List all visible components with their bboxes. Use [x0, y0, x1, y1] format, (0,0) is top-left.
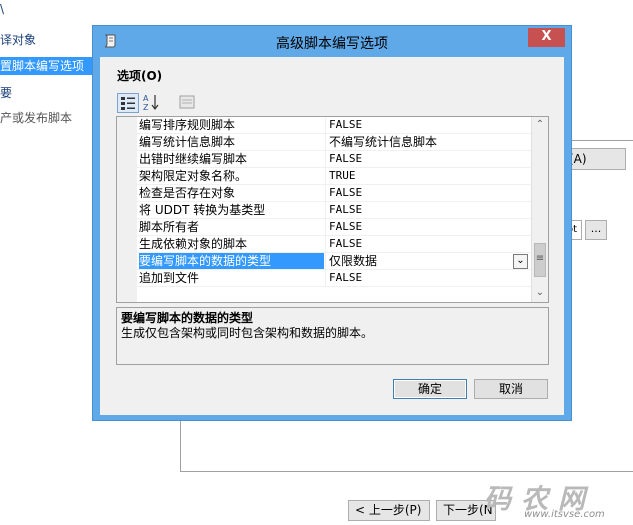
- property-row[interactable]: 编写排序规则脚本 FALSE: [137, 117, 532, 134]
- property-row[interactable]: 追加到文件 FALSE: [137, 270, 532, 287]
- property-pages-button[interactable]: [177, 93, 199, 113]
- dialog-body: 选项(O) A Z 编写排序规则脚本 FALSE 编写统计信息脚本 不编写统计信…: [100, 57, 564, 415]
- wizard-nav: \ 译对象 置脚本编写选项 要 产或发布脚本: [0, 0, 92, 525]
- watermark-url: www.itsvse.com: [524, 509, 605, 520]
- property-value[interactable]: TRUE: [329, 168, 519, 184]
- close-button[interactable]: X: [528, 28, 565, 47]
- property-row[interactable]: 编写统计信息脚本 不编写统计信息脚本: [137, 134, 532, 151]
- ok-button[interactable]: 确定: [393, 379, 467, 399]
- property-value[interactable]: FALSE: [329, 236, 519, 252]
- dialog-titlebar[interactable]: 高级脚本编写选项 X: [93, 26, 571, 57]
- property-row[interactable]: 架构限定对象名称。 TRUE: [137, 168, 532, 185]
- grid-gutter: [117, 117, 137, 302]
- svg-text:A: A: [143, 94, 149, 103]
- watermark: 码农网 www.itsvse.com: [484, 480, 633, 525]
- nav-item-back[interactable]: \: [0, 0, 4, 18]
- property-row[interactable]: 生成依赖对象的脚本 FALSE: [137, 236, 532, 253]
- property-name: 编写统计信息脚本: [139, 135, 236, 149]
- column-divider: [325, 202, 326, 219]
- property-value[interactable]: FALSE: [329, 151, 519, 167]
- property-name: 将 UDDT 转换为基类型: [139, 203, 266, 217]
- description-title: 要编写脚本的数据的类型: [121, 311, 254, 325]
- property-value[interactable]: FALSE: [329, 117, 519, 133]
- property-value-dropdown[interactable]: 仅限数据: [329, 253, 519, 269]
- property-row[interactable]: 出错时继续编写脚本 FALSE: [137, 151, 532, 168]
- property-name: 检查是否存在对象: [139, 186, 236, 200]
- property-value[interactable]: FALSE: [329, 185, 519, 201]
- property-name: 脚本所有者: [139, 220, 200, 234]
- property-value[interactable]: 不编写统计信息脚本: [329, 134, 519, 150]
- chevron-down-icon[interactable]: ⌄: [513, 254, 528, 269]
- property-grid[interactable]: 编写排序规则脚本 FALSE 编写统计信息脚本 不编写统计信息脚本 出错时继续编…: [116, 116, 549, 303]
- advanced-scripting-options-dialog: 高级脚本编写选项 X 选项(O) A Z 编写排序规则脚本 FALSE 编写统计…: [92, 25, 572, 421]
- scroll-down-icon[interactable]: ⌄: [534, 287, 546, 299]
- property-value[interactable]: FALSE: [329, 202, 519, 218]
- alphabetical-sort-button[interactable]: A Z: [141, 93, 163, 113]
- property-row[interactable]: 检查是否存在对象 FALSE: [137, 185, 532, 202]
- column-divider: [325, 253, 326, 270]
- column-divider: [325, 219, 326, 236]
- column-divider: [325, 270, 326, 287]
- sort-az-icon: A Z: [143, 94, 159, 112]
- column-divider: [325, 134, 326, 151]
- nav-item-choose-objects[interactable]: 译对象: [0, 31, 36, 49]
- nav-item-summary[interactable]: 要: [0, 84, 12, 102]
- cancel-button[interactable]: 取消: [474, 379, 548, 399]
- options-label: 选项(O): [117, 69, 163, 83]
- property-pages-icon: [179, 95, 195, 109]
- categorized-icon: [121, 97, 135, 110]
- advanced-button[interactable]: (A): [566, 148, 626, 170]
- property-name: 编写排序规则脚本: [139, 118, 236, 132]
- property-name: 要编写脚本的数据的类型: [139, 253, 324, 269]
- column-divider: [325, 117, 326, 134]
- scroll-up-icon[interactable]: ⌃: [534, 119, 546, 131]
- property-name: 追加到文件: [139, 271, 200, 285]
- property-name: 架构限定对象名称。: [139, 169, 248, 183]
- property-row[interactable]: 脚本所有者 FALSE: [137, 219, 532, 236]
- nav-item-save-or-publish[interactable]: 产或发布脚本: [0, 109, 72, 127]
- property-name: 出错时继续编写脚本: [139, 152, 248, 166]
- categorized-view-button[interactable]: [117, 93, 139, 113]
- column-divider: [325, 151, 326, 168]
- scrollbar-thumb[interactable]: ≡: [534, 243, 546, 277]
- svg-text:Z: Z: [143, 103, 149, 111]
- property-row[interactable]: 将 UDDT 转换为基类型 FALSE: [137, 202, 532, 219]
- column-divider: [325, 168, 326, 185]
- property-value[interactable]: FALSE: [329, 219, 519, 235]
- column-divider: [325, 236, 326, 253]
- description-text: 生成仅包含架构或同时包含架构和数据的脚本。: [121, 326, 374, 340]
- dialog-title: 高级脚本编写选项: [276, 36, 388, 52]
- property-description-panel: 要编写脚本的数据的类型 生成仅包含架构或同时包含架构和数据的脚本。: [116, 307, 549, 365]
- grid-scrollbar[interactable]: ⌃ ≡ ⌄: [531, 117, 548, 302]
- column-divider: [325, 185, 326, 202]
- property-name: 生成依赖对象的脚本: [139, 237, 248, 251]
- property-row-selected[interactable]: 要编写脚本的数据的类型 仅限数据 ⌄: [137, 253, 532, 270]
- previous-button[interactable]: < 上一步(P): [348, 500, 430, 521]
- property-value[interactable]: FALSE: [329, 270, 519, 286]
- browse-button[interactable]: ...: [585, 220, 607, 240]
- nav-item-set-scripting-options[interactable]: 置脚本编写选项: [0, 57, 92, 75]
